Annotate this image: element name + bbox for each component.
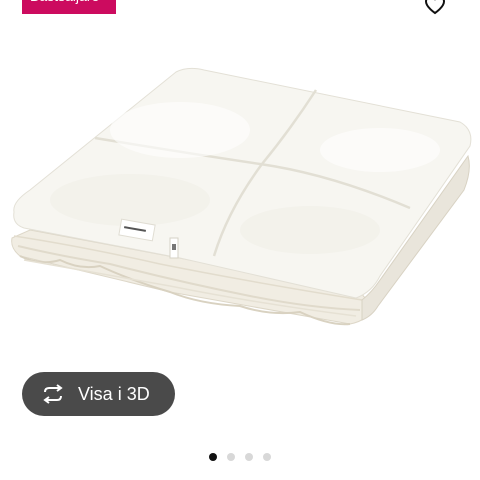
- bestseller-badge-label: Bästsäljare: [30, 0, 116, 8]
- carousel-indicator: [0, 452, 480, 462]
- rotate-3d-icon: [43, 384, 63, 404]
- bestseller-badge: Bästsäljare: [22, 0, 116, 14]
- carousel-dot-3[interactable]: [245, 453, 253, 461]
- product-image-duvet: [11, 67, 472, 326]
- view-in-3d-label: Visa i 3D: [78, 383, 150, 404]
- carousel-dot-2[interactable]: [227, 453, 235, 461]
- heart-outline-icon[interactable]: [423, 0, 447, 16]
- carousel-dot-1[interactable]: [209, 453, 217, 461]
- carousel-dot-4[interactable]: [263, 453, 271, 461]
- view-in-3d-button[interactable]: Visa i 3D: [22, 372, 175, 416]
